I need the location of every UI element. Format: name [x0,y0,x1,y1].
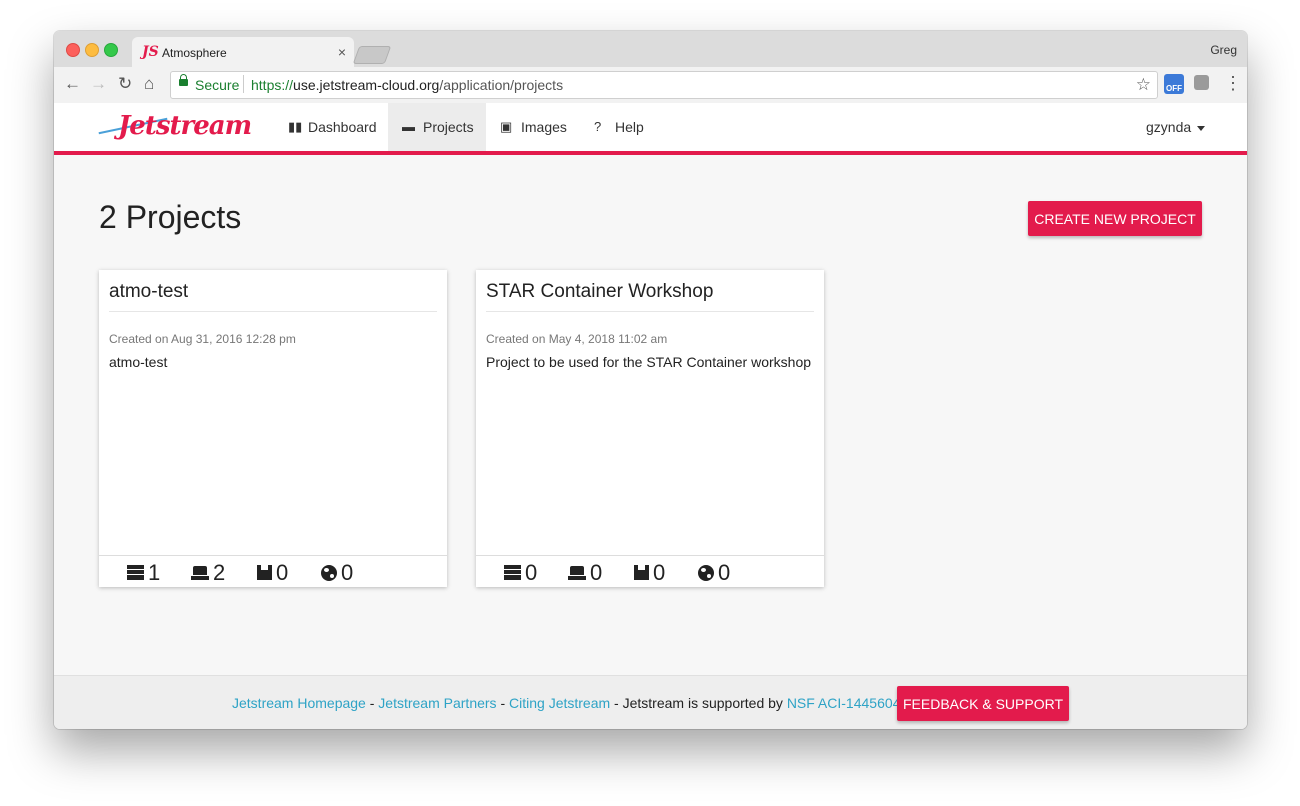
globe-icon [321,565,337,581]
tab-strip: JS Atmosphere × Greg [54,31,1247,67]
links-count: 0 [718,560,731,585]
project-description: atmo-test [109,354,168,370]
url-host: use.jetstream-cloud.org [293,77,440,93]
url-text: https://use.jetstream-cloud.org/applicat… [251,77,563,93]
url-path: /application/projects [439,77,564,93]
close-window-button[interactable] [66,43,80,57]
instances-count: 0 [525,560,538,585]
nav-help[interactable]: ? Help [588,103,658,151]
minimize-window-button[interactable] [85,43,99,57]
project-stats: 0 0 0 0 [476,555,824,588]
supported-by-text: - Jetstream is supported by [610,695,787,711]
address-bar[interactable]: Secure https://use.jetstream-cloud.org/a… [170,71,1158,99]
user-menu[interactable]: gzynda [1146,119,1206,135]
footer-separator: - [365,695,379,711]
server-icon [127,565,144,580]
volumes-count: 0 [590,560,603,585]
browser-menu-icon[interactable]: ⋮ [1224,73,1242,94]
nav-images[interactable]: ▣ Images [494,103,574,151]
maximize-window-button[interactable] [104,43,118,57]
links-stat: 0 [321,560,353,586]
project-created-date: Created on Aug 31, 2016 12:28 pm [109,332,296,346]
images-count: 0 [653,560,666,585]
nav-dashboard[interactable]: ▮▮ Dashboard [280,103,380,151]
images-stat: 0 [257,560,288,586]
jetstream-homepage-link[interactable]: Jetstream Homepage [232,695,366,711]
tab-title: Atmosphere [162,46,227,60]
page-footer: Jetstream Homepage - Jetstream Partners … [54,675,1247,729]
question-circle-icon: ? [594,119,602,134]
floppy-disk-icon [634,565,649,580]
browser-toolbar: ← → ↻ ⌂ Secure https://use.jetstream-clo… [54,67,1247,104]
volumes-count: 2 [213,560,226,585]
extension-off-icon[interactable]: OFF [1164,74,1184,94]
nav-projects-label: Projects [423,119,474,135]
reload-icon[interactable]: ↻ [118,74,132,94]
project-stats: 1 2 0 0 [99,555,447,588]
url-scheme: https:// [251,77,294,93]
extension-icon[interactable] [1194,75,1209,90]
header-accent-stripe [54,151,1247,155]
instances-stat: 1 [127,560,160,586]
hard-drive-icon [191,566,209,580]
globe-icon [698,565,714,581]
lock-icon [179,74,188,86]
address-divider [243,75,244,93]
jetstream-favicon-icon: JS [142,44,159,60]
hard-drive-icon [568,566,586,580]
card-divider [486,311,814,312]
secure-label: Secure [195,77,240,93]
images-stat: 0 [634,560,665,586]
footer-separator: - [496,695,510,711]
jetstream-partners-link[interactable]: Jetstream Partners [378,695,496,711]
server-icon [504,565,521,580]
app-header: Jetstream ▮▮ Dashboard ▬ Projects ▣ Imag… [54,103,1247,151]
volumes-stat: 2 [191,560,225,586]
project-card[interactable]: STAR Container Workshop Created on May 4… [476,270,824,587]
citing-jetstream-link[interactable]: Citing Jetstream [509,695,610,711]
jetstream-logo[interactable]: Jetstream [98,105,252,149]
instances-count: 1 [148,560,161,585]
project-description: Project to be used for the STAR Containe… [486,354,812,370]
browser-tab-atmosphere[interactable]: JS Atmosphere × [132,37,354,67]
bookmark-star-icon[interactable]: ☆ [1136,75,1151,95]
card-divider [109,311,437,312]
back-arrow-icon[interactable]: ← [64,74,81,94]
nsf-grant-link[interactable]: NSF ACI-1445604 [787,695,901,711]
username: gzynda [1146,119,1192,135]
create-new-project-button[interactable]: CREATE NEW PROJECT [1028,201,1202,236]
home-icon[interactable]: ⌂ [144,74,154,94]
browser-window: JS Atmosphere × Greg ← → ↻ ⌂ Secure http… [54,31,1247,729]
links-count: 0 [341,560,354,585]
caret-down-icon [1197,125,1206,131]
links-stat: 0 [698,560,730,586]
volumes-stat: 0 [568,560,602,586]
bar-chart-icon: ▮▮ [288,119,303,134]
footer-links: Jetstream Homepage - Jetstream Partners … [232,695,900,711]
images-count: 0 [276,560,289,585]
tab-close-icon[interactable]: × [338,44,346,60]
forward-arrow-icon[interactable]: → [90,74,107,94]
logo-text: Jetstream [118,111,252,141]
browser-profile-name[interactable]: Greg [1210,43,1237,57]
nav-images-label: Images [521,119,567,135]
new-tab-button[interactable] [352,46,392,64]
nav-projects[interactable]: ▬ Projects [388,103,486,151]
project-name[interactable]: STAR Container Workshop [486,281,713,303]
folder-open-icon: ▬ [402,119,415,134]
nav-dashboard-label: Dashboard [308,119,377,135]
project-card[interactable]: atmo-test Created on Aug 31, 2016 12:28 … [99,270,447,587]
project-created-date: Created on May 4, 2018 11:02 am [486,332,668,346]
project-name[interactable]: atmo-test [109,281,188,303]
floppy-disk-icon [257,565,272,580]
feedback-support-button[interactable]: FEEDBACK & SUPPORT [897,686,1069,721]
instances-stat: 0 [504,560,537,586]
floppy-disk-icon: ▣ [500,119,513,134]
page-title: 2 Projects [99,199,242,235]
nav-help-label: Help [615,119,644,135]
